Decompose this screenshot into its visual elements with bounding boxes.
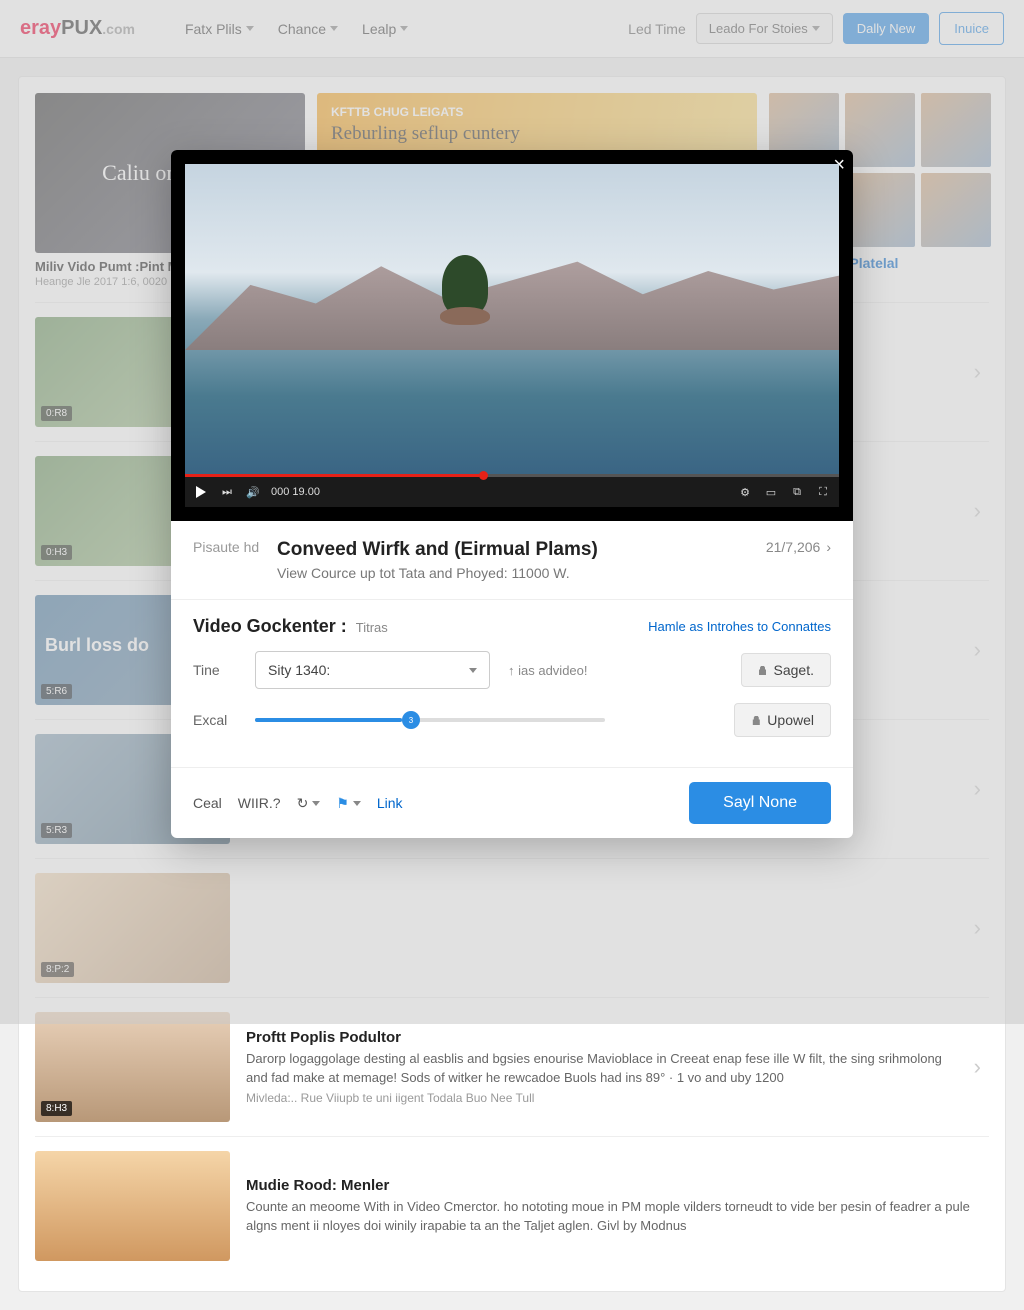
video-scene-island: [420, 245, 510, 325]
foot-link[interactable]: Link: [377, 795, 403, 811]
foot-wiir[interactable]: WIIR.?: [238, 795, 281, 811]
upload-button[interactable]: Upowel: [734, 703, 831, 737]
share-icon: ↻: [297, 795, 309, 812]
video-controls: ⏭ 🔊 000 19.00 ⚙ ▭ ⧉ ⛶: [185, 477, 839, 507]
video-title: Conveed Wirfk and (Eirmual Plams): [277, 539, 752, 561]
primary-action-button[interactable]: Sayl None: [689, 782, 831, 824]
list-thumb: 8:H3: [35, 1012, 230, 1122]
modal-footer: Ceal WIIR.? ↻ ⚑ Link Sayl None: [171, 767, 853, 838]
chevron-right-icon: ›: [974, 1054, 981, 1080]
list-meta: Mivleda:.. Rue Viiupb te uni iigent Toda…: [246, 1091, 958, 1105]
section-subtitle: Titras: [356, 620, 388, 635]
excal-label: Excal: [193, 712, 243, 728]
list-desc: Counte an meoome With in Video Cmerctor.…: [246, 1198, 989, 1234]
list-body: Mudie Rood: Menler Counte an meoome With…: [246, 1177, 989, 1234]
modal-section: Video Gockenter : Titras Hamle as Introh…: [171, 600, 853, 767]
slider-value: 3: [409, 716, 413, 725]
video-canvas[interactable]: [185, 164, 839, 474]
time-dropdown[interactable]: Sity 1340:: [255, 651, 490, 689]
video-subtitle: View Cource up tot Tata and Phoyed: 1100…: [277, 565, 752, 581]
info-side-label: Pisaute hd: [193, 539, 263, 555]
lock-icon: [758, 665, 768, 675]
next-icon[interactable]: ⏭: [219, 484, 235, 500]
excal-row: Excal 3 Upowel: [193, 703, 831, 737]
section-header: Video Gockenter : Titras Hamle as Introh…: [193, 616, 831, 637]
info-main: Conveed Wirfk and (Eirmual Plams) View C…: [277, 539, 752, 581]
section-title: Video Gockenter : Titras: [193, 616, 388, 637]
foot-ceal[interactable]: Ceal: [193, 795, 222, 811]
video-frame: ⏭ 🔊 000 19.00 ⚙ ▭ ⧉ ⛶: [185, 164, 839, 507]
count-value: 21/7,206: [766, 539, 821, 555]
lock-icon: [751, 715, 761, 725]
time-readout: 000 19.00: [271, 486, 320, 498]
caret-down-icon: [353, 801, 361, 806]
video-container: × ⏭ 🔊 000 19.00: [171, 150, 853, 521]
dropdown-value: Sity 1340:: [268, 662, 330, 678]
fullscreen-icon[interactable]: ⛶: [815, 484, 831, 500]
modal-overlay: × ⏭ 🔊 000 19.00: [0, 0, 1024, 1024]
caret-down-icon: [469, 668, 477, 673]
list-title: Mudie Rood: Menler: [246, 1177, 989, 1194]
excal-slider[interactable]: 3: [255, 718, 605, 722]
pip-icon[interactable]: ⧉: [789, 484, 805, 500]
foot-flag[interactable]: ⚑: [336, 795, 361, 812]
slider-knob[interactable]: 3: [402, 711, 420, 729]
settings-icon[interactable]: ⚙: [737, 484, 753, 500]
duration-badge: 8:H3: [41, 1101, 72, 1116]
modal-info: Pisaute hd Conveed Wirfk and (Eirmual Pl…: [171, 521, 853, 600]
theater-icon[interactable]: ▭: [763, 484, 779, 500]
volume-icon[interactable]: 🔊: [245, 484, 261, 500]
btn-label: Saget.: [774, 662, 814, 678]
save-button[interactable]: Saget.: [741, 653, 831, 687]
list-row[interactable]: Mudie Rood: Menler Counte an meoome With…: [35, 1136, 989, 1275]
caret-down-icon: [312, 801, 320, 806]
list-title: Proftt Poplis Podultor: [246, 1029, 958, 1046]
list-thumb: [35, 1151, 230, 1261]
video-count[interactable]: 21/7,206 ›: [766, 539, 831, 555]
time-row: Tine Sity 1340: ↑ ias advideo! Saget.: [193, 651, 831, 689]
play-icon[interactable]: [193, 484, 209, 500]
flag-icon: ⚑: [336, 795, 349, 812]
foot-share[interactable]: ↻: [297, 795, 321, 812]
list-body: Proftt Poplis Podultor Darorp logaggolag…: [246, 1029, 958, 1104]
video-modal: × ⏭ 🔊 000 19.00: [171, 150, 853, 838]
slider-fill: [255, 718, 402, 722]
section-title-text: Video Gockenter :: [193, 616, 347, 636]
btn-label: Upowel: [767, 712, 814, 728]
progress-bar[interactable]: [185, 474, 839, 477]
time-label: Tine: [193, 662, 243, 678]
progress-fill: [185, 474, 479, 477]
list-desc: Darorp logaggolage desting al easblis an…: [246, 1050, 958, 1086]
chevron-right-icon: ›: [826, 539, 831, 555]
section-link[interactable]: Hamle as Introhes to Connattes: [648, 619, 831, 634]
video-scene-mountain: [185, 257, 839, 350]
time-hint: ↑ ias advideo!: [508, 663, 588, 678]
